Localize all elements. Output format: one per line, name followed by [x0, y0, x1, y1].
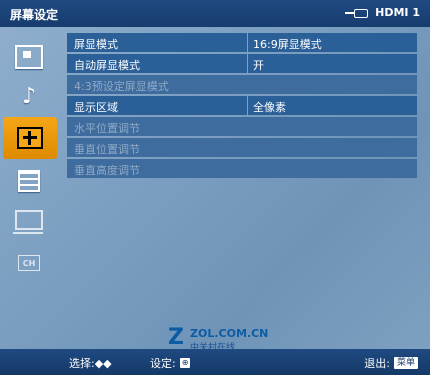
- row-divider: [247, 33, 248, 52]
- watermark-text: ZOL.COM.CN: [190, 327, 269, 340]
- input-label: HDMI 1: [375, 6, 420, 19]
- sidebar-item-pc[interactable]: [4, 202, 54, 238]
- row-label: 垂直高度调节: [74, 164, 140, 177]
- row-divider: [247, 96, 248, 115]
- exit-hint: 退出: 菜单: [364, 355, 418, 371]
- menu-row-display-area[interactable]: 显示区域 全像素: [67, 96, 417, 115]
- menu-key-icon: 菜单: [393, 357, 418, 369]
- select-hint-label: 选择:: [69, 357, 95, 370]
- screen-adjust-icon: [17, 127, 43, 149]
- row-label: 显示区域: [74, 101, 118, 114]
- title-bar: 屏幕设定 HDMI 1: [0, 0, 430, 27]
- exit-hint-label: 退出:: [364, 357, 390, 370]
- menu-row-horizontal-position: 水平位置调节: [67, 117, 417, 136]
- monitor-icon: [13, 210, 43, 234]
- row-label: 屏显模式: [74, 38, 118, 51]
- sidebar-item-channel[interactable]: CH: [4, 245, 54, 281]
- menu-row-vertical-height: 垂直高度调节: [67, 159, 417, 178]
- set-hint: 设定: ⊕: [150, 355, 191, 371]
- sidebar-item-picture[interactable]: [4, 39, 54, 75]
- row-divider: [247, 54, 248, 73]
- row-value: 全像素: [253, 101, 286, 114]
- row-label: 4:3预设定屏显模式: [74, 80, 169, 93]
- row-label: 水平位置调节: [74, 122, 140, 135]
- menu-row-auto-display-mode[interactable]: 自动屏显模式 开: [67, 54, 417, 73]
- settings-panel: ♪ CH 屏显模式 16:9屏显模式 自动屏显模式 开 4:3预设定屏显模式 显…: [0, 27, 430, 353]
- zol-watermark: Z ZOL.COM.CN 中关村在线: [168, 325, 288, 353]
- picture-icon: [15, 45, 43, 69]
- row-value: 16:9屏显模式: [253, 38, 322, 51]
- hdmi-input-icon: [345, 8, 369, 18]
- channel-icon: CH: [18, 255, 40, 271]
- menu-row-43-preset-mode: 4:3预设定屏显模式: [67, 75, 417, 94]
- menu-row-vertical-position: 垂直位置调节: [67, 138, 417, 157]
- screen-settings-menu: 屏显模式 16:9屏显模式 自动屏显模式 开 4:3预设定屏显模式 显示区域 全…: [67, 33, 417, 180]
- input-indicator: HDMI 1: [345, 6, 420, 19]
- watermark-logo: Z: [168, 325, 184, 350]
- help-bar: 选择:◆◆ 设定: ⊕ 退出: 菜单: [0, 349, 430, 375]
- page-title: 屏幕设定: [10, 8, 59, 22]
- settings-list-icon: [18, 170, 40, 192]
- row-value: 开: [253, 59, 264, 72]
- arrow-keys-icon: ◆◆: [94, 357, 112, 370]
- sidebar-item-sound[interactable]: ♪: [4, 78, 54, 114]
- music-note-icon: ♪: [21, 83, 37, 109]
- select-hint: 选择:◆◆: [69, 355, 112, 371]
- menu-row-display-mode[interactable]: 屏显模式 16:9屏显模式: [67, 33, 417, 52]
- sidebar-item-screen[interactable]: [3, 117, 57, 159]
- enter-key-icon: ⊕: [179, 358, 191, 368]
- category-sidebar: ♪ CH: [0, 27, 58, 349]
- set-hint-label: 设定:: [150, 357, 176, 370]
- row-label: 自动屏显模式: [74, 59, 140, 72]
- sidebar-item-setup[interactable]: [4, 163, 54, 199]
- row-label: 垂直位置调节: [74, 143, 140, 156]
